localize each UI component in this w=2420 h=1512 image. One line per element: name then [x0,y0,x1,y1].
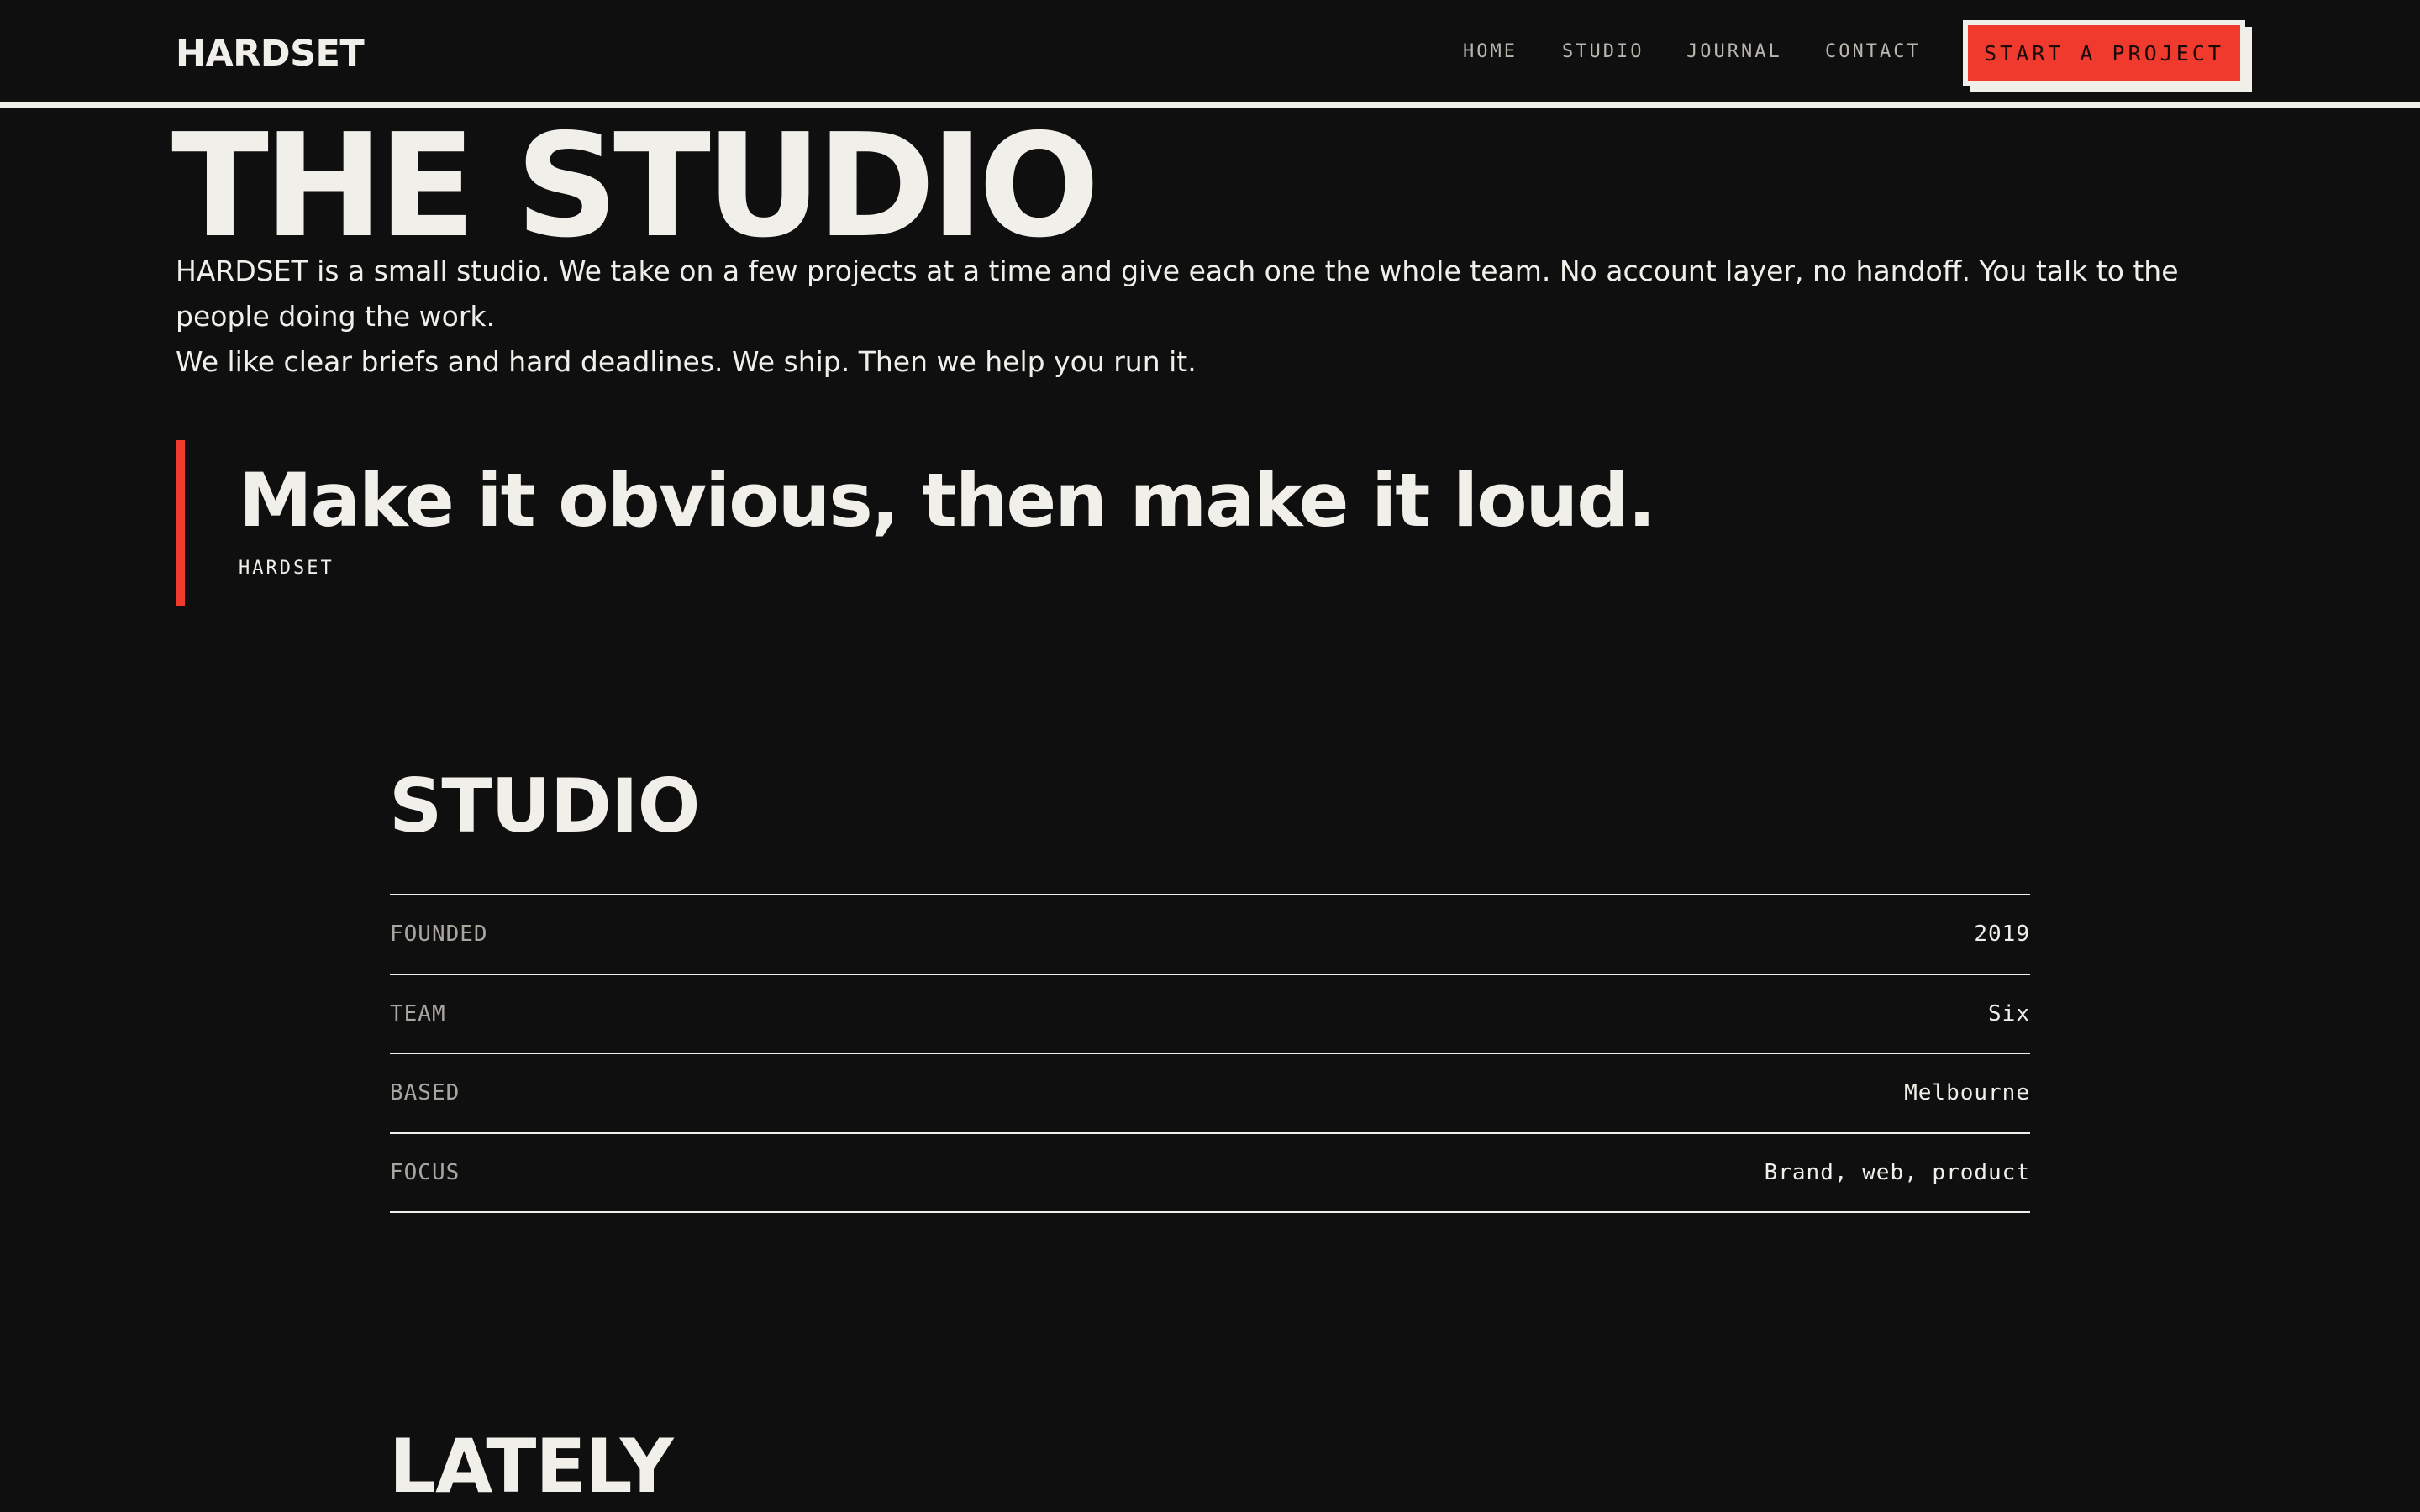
site-header: HARDSET HOME STUDIO JOURNAL CONTACT STAR… [0,0,2420,108]
pull-quote: Make it obvious, then make it loud. HARD… [176,440,1856,606]
nav-link-home[interactable]: HOME [1463,39,1518,66]
nav-link-journal[interactable]: JOURNAL [1686,39,1782,66]
fact-value: 2019 [1974,921,2030,948]
intro-paragraph-1: HARDSET is a small studio. We take on a … [176,255,2179,333]
quote-attribution: HARDSET [239,558,334,579]
fact-value: Melbourne [1904,1080,2030,1106]
fact-label: FOUNDED [390,921,488,948]
nav-link-studio[interactable]: STUDIO [1562,39,1644,66]
fact-row-based: BASED Melbourne [390,1054,2030,1134]
fact-row-focus: FOCUS Brand, web, product [390,1134,2030,1213]
lately-section-title: LATELY [389,1423,674,1509]
fact-value: Brand, web, product [1764,1159,2030,1185]
page-title: THE STUDIO [171,103,1100,270]
fact-value: Six [1988,1000,2030,1026]
intro-text: HARDSET is a small studio. We take on a … [176,249,2251,385]
start-project-button-wrap: START A PROJECT [1963,20,2252,92]
fact-row-founded: FOUNDED 2019 [390,895,2030,975]
studio-section-title: STUDIO [389,763,700,849]
fact-label: BASED [390,1080,460,1106]
nav-link-contact[interactable]: CONTACT [1825,39,1921,66]
fact-label: FOCUS [390,1159,460,1185]
site-logo[interactable]: HARDSET [176,30,365,77]
intro-paragraph-2: We like clear briefs and hard deadlines.… [176,345,1197,378]
quote-text: Make it obvious, then make it loud. [239,457,1656,543]
fact-label: TEAM [390,1000,446,1026]
fact-row-team: TEAM Six [390,975,2030,1054]
start-project-button[interactable]: START A PROJECT [1963,20,2245,86]
studio-facts-table: FOUNDED 2019 TEAM Six BASED Melbourne FO… [390,894,2030,1213]
